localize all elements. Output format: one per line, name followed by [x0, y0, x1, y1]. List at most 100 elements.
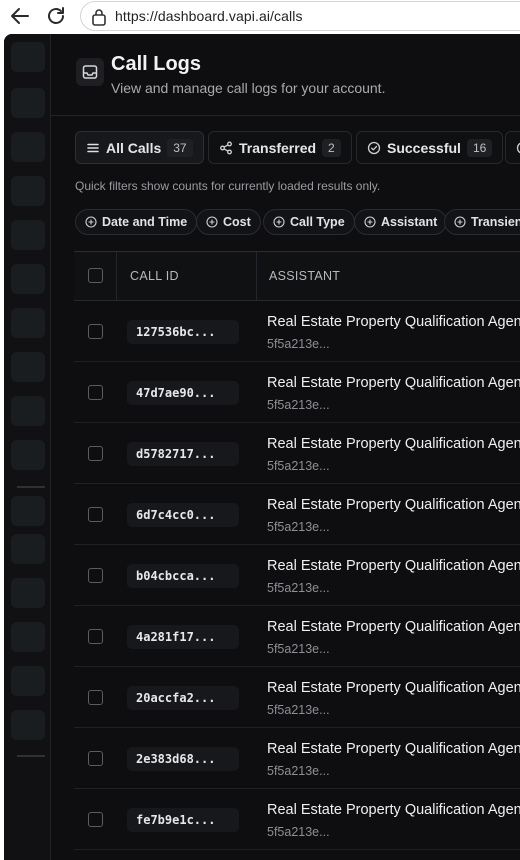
- table-row[interactable]: 4a281f17... Real Estate Property Qualifi…: [74, 606, 520, 667]
- table-row[interactable]: 127536bc... Real Estate Property Qualifi…: [74, 301, 520, 362]
- filter-cost[interactable]: Cost: [196, 209, 261, 235]
- call-id[interactable]: 2e383d68...: [127, 747, 239, 771]
- assistant-name: Real Estate Property Qualification Agent: [267, 802, 520, 818]
- check-circle-icon: [367, 141, 381, 155]
- row-checkbox[interactable]: [88, 629, 103, 644]
- filter-label: Call Type: [290, 215, 345, 229]
- sidebar-item[interactable]: [11, 88, 45, 118]
- filter-label: Cost: [223, 215, 251, 229]
- sidebar-item[interactable]: [11, 220, 45, 250]
- tab-count: 16: [466, 138, 493, 157]
- lock-icon[interactable]: [91, 8, 107, 31]
- sidebar-item[interactable]: [11, 352, 45, 382]
- tab-label: Transferred: [239, 139, 317, 156]
- app-window: Call Logs View and manage call logs for …: [4, 34, 520, 860]
- table-row[interactable]: fe7b9e1c... Real Estate Property Qualifi…: [74, 789, 520, 850]
- sidebar-item[interactable]: [11, 308, 45, 338]
- assistant-id: 5f5a213e...: [267, 337, 330, 351]
- filter-label: Transient: [471, 215, 520, 229]
- row-checkbox[interactable]: [88, 751, 103, 766]
- assistant-name: Real Estate Property Qualification Agent: [267, 741, 520, 757]
- reload-icon[interactable]: [44, 4, 68, 28]
- row-checkbox[interactable]: [88, 507, 103, 522]
- assistant-id: 5f5a213e...: [267, 703, 330, 717]
- back-arrow-icon[interactable]: [8, 4, 32, 28]
- row-checkbox[interactable]: [88, 690, 103, 705]
- assistant-name: Real Estate Property Qualification Agent: [267, 497, 520, 513]
- assistant-name: Real Estate Property Qualification Agent: [267, 619, 520, 635]
- row-checkbox[interactable]: [88, 385, 103, 400]
- sidebar-item[interactable]: [11, 176, 45, 206]
- plus-circle-icon: [273, 216, 285, 228]
- tab-all-calls[interactable]: All Calls 37: [75, 131, 204, 164]
- plus-circle-icon: [206, 216, 218, 228]
- assistant-name: Real Estate Property Qualification Agent: [267, 680, 520, 696]
- tab-label: All Calls: [106, 139, 162, 156]
- browser-toolbar: https://dashboard.vapi.ai/calls: [0, 0, 520, 32]
- calls-table: CALL ID ASSISTANT 127536bc... Real Estat…: [74, 251, 520, 850]
- filter-call-type[interactable]: Call Type: [263, 209, 355, 235]
- table-row[interactable]: 2e383d68... Real Estate Property Qualifi…: [74, 728, 520, 789]
- sidebar-item[interactable]: [11, 578, 45, 608]
- call-id[interactable]: b04cbcca...: [127, 564, 239, 588]
- tab-more[interactable]: [505, 131, 520, 164]
- row-checkbox[interactable]: [88, 568, 103, 583]
- plus-circle-icon: [454, 216, 466, 228]
- row-checkbox[interactable]: [88, 324, 103, 339]
- circle-icon: [516, 141, 520, 155]
- column-header-assistant[interactable]: ASSISTANT: [269, 269, 340, 283]
- share-icon: [219, 141, 233, 155]
- call-id[interactable]: 6d7c4cc0...: [127, 503, 239, 527]
- column-header-call-id[interactable]: CALL ID: [130, 269, 179, 283]
- call-id[interactable]: 4a281f17...: [127, 625, 239, 649]
- call-id[interactable]: 127536bc...: [127, 320, 239, 344]
- assistant-id: 5f5a213e...: [267, 398, 330, 412]
- tab-count: 37: [167, 138, 193, 157]
- sidebar-divider: [17, 486, 45, 488]
- table-row[interactable]: 20accfa2... Real Estate Property Qualifi…: [74, 667, 520, 728]
- sidebar-item[interactable]: [11, 132, 45, 162]
- row-checkbox[interactable]: [88, 812, 103, 827]
- quick-filter-hint: Quick filters show counts for currently …: [75, 179, 381, 193]
- assistant-name: Real Estate Property Qualification Agent: [267, 314, 520, 330]
- filter-date-and-time[interactable]: Date and Time: [75, 209, 198, 235]
- sidebar-item[interactable]: [11, 710, 45, 740]
- select-all-checkbox[interactable]: [88, 268, 103, 283]
- page-title: Call Logs: [111, 53, 202, 75]
- tab-label: Successful: [387, 139, 461, 156]
- sidebar-item[interactable]: [11, 396, 45, 426]
- address-bar[interactable]: https://dashboard.vapi.ai/calls: [80, 1, 520, 31]
- table-row[interactable]: 47d7ae90... Real Estate Property Qualifi…: [74, 362, 520, 423]
- call-id[interactable]: d5782717...: [127, 442, 239, 466]
- assistant-id: 5f5a213e...: [267, 642, 330, 656]
- main-content: Call Logs View and manage call logs for …: [51, 34, 520, 860]
- filter-assistant[interactable]: Assistant: [354, 209, 448, 235]
- assistant-id: 5f5a213e...: [267, 825, 330, 839]
- filter-transient[interactable]: Transient: [444, 209, 520, 235]
- sidebar-item[interactable]: [11, 622, 45, 652]
- sidebar-item[interactable]: [11, 666, 45, 696]
- row-checkbox[interactable]: [88, 446, 103, 461]
- sidebar-item[interactable]: [11, 440, 45, 470]
- tab-transferred[interactable]: Transferred 2: [208, 131, 352, 164]
- table-row[interactable]: d5782717... Real Estate Property Qualifi…: [74, 423, 520, 484]
- sidebar-item[interactable]: [11, 264, 45, 294]
- page-subtitle: View and manage call logs for your accou…: [111, 80, 386, 96]
- call-id[interactable]: fe7b9e1c...: [127, 808, 239, 832]
- filter-label: Assistant: [381, 215, 438, 229]
- tab-successful[interactable]: Successful 16: [356, 131, 504, 164]
- page-header: Call Logs View and manage call logs for …: [51, 34, 520, 116]
- call-id[interactable]: 20accfa2...: [127, 686, 239, 710]
- sidebar-item[interactable]: [11, 534, 45, 564]
- list-icon: [86, 141, 100, 155]
- sidebar-item[interactable]: [11, 42, 45, 72]
- table-row[interactable]: b04cbcca... Real Estate Property Qualifi…: [74, 545, 520, 606]
- call-id[interactable]: 47d7ae90...: [127, 381, 239, 405]
- assistant-id: 5f5a213e...: [267, 520, 330, 534]
- sidebar-item[interactable]: [11, 496, 45, 526]
- inbox-icon: [76, 58, 104, 86]
- table-row[interactable]: 6d7c4cc0... Real Estate Property Qualifi…: [74, 484, 520, 545]
- assistant-name: Real Estate Property Qualification Agent: [267, 375, 520, 391]
- assistant-id: 5f5a213e...: [267, 459, 330, 473]
- column-divider: [256, 252, 257, 300]
